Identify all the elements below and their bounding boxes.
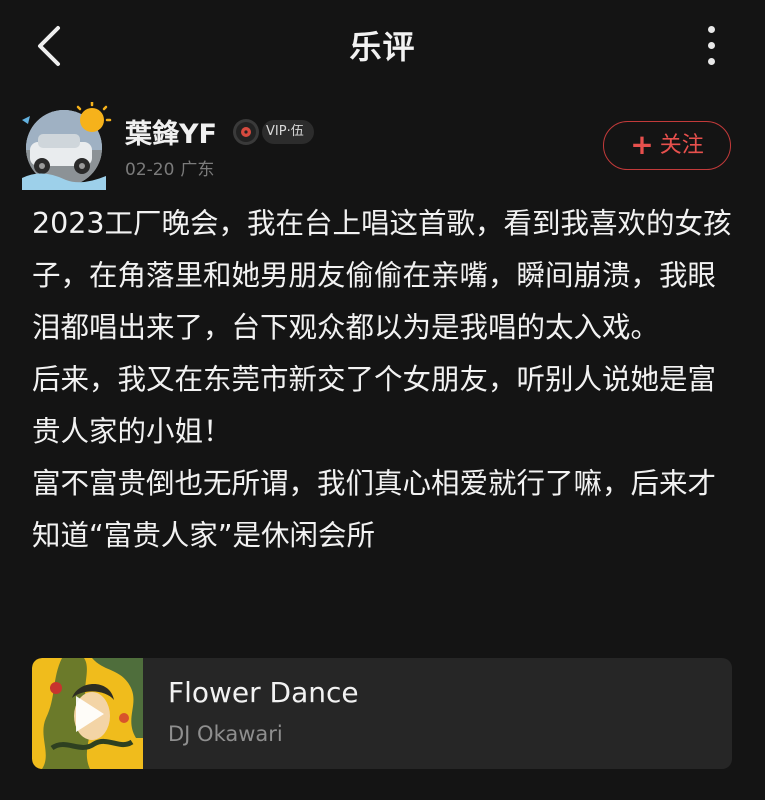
song-card[interactable]: Flower Dance DJ Okawari <box>32 658 732 769</box>
comment-paragraph: 2023工厂晚会，我在台上唱这首歌，看到我喜欢的女孩子，在角落里和她男朋友偷偷在… <box>32 207 732 344</box>
more-vertical-icon <box>708 26 715 33</box>
avatar[interactable] <box>20 100 112 190</box>
page-title: 乐评 <box>349 28 416 66</box>
vip-badge[interactable]: VIP·伍 <box>232 118 322 146</box>
album-cover[interactable] <box>32 658 143 769</box>
top-bar: 乐评 <box>0 0 765 92</box>
plus-icon: + <box>630 128 654 161</box>
follow-button[interactable]: + 关注 <box>603 121 731 170</box>
post-meta: 02-20 广东 <box>125 155 214 180</box>
play-icon[interactable] <box>32 658 143 769</box>
post-location: 广东 <box>180 160 215 180</box>
comment-paragraph: 后来，我又在东莞市新交了个女朋友，听别人说她是富贵人家的小姐！ <box>32 363 717 448</box>
song-title[interactable]: Flower Dance <box>168 676 359 709</box>
song-artist[interactable]: DJ Okawari <box>168 722 283 746</box>
follow-label: 关注 <box>659 133 704 158</box>
vinyl-disc-icon <box>233 119 259 145</box>
more-options-button[interactable] <box>694 22 730 70</box>
comment-body: 2023工厂晚会，我在台上唱这首歌，看到我喜欢的女孩子，在角落里和她男朋友偷偷在… <box>32 198 742 562</box>
post-date: 02-20 <box>125 160 175 180</box>
author-name[interactable]: 葉鋒YF <box>125 112 217 151</box>
vip-level-label: VIP·伍 <box>262 120 314 144</box>
comment-paragraph: 富不富贵倒也无所谓，我们真心相爱就行了嘛，后来才知道“富贵人家”是休闲会所 <box>32 467 717 552</box>
